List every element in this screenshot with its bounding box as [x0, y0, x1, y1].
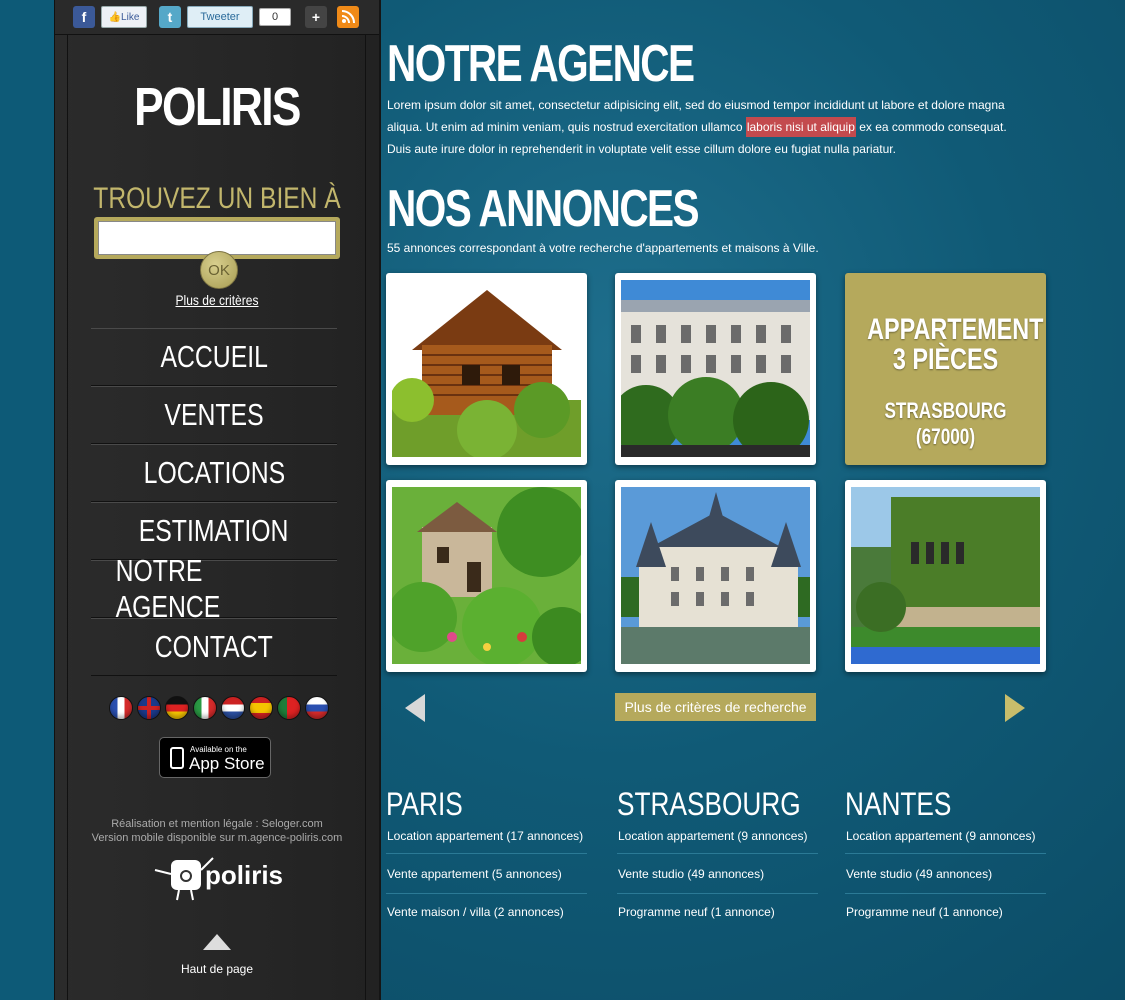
- sidebar-border-left: [67, 34, 68, 1000]
- featured-type-line2: 3 PIÈCES: [892, 343, 999, 376]
- listing-card-haussmann[interactable]: [615, 273, 816, 465]
- sidebar: f 👍 Like t Tweeter 0 + POLIRIS TROUVEZ U…: [54, 0, 381, 1000]
- more-search-criteria-button[interactable]: Plus de critères de recherche: [615, 693, 816, 721]
- listing-card-chalet[interactable]: [386, 273, 587, 465]
- nav-item-notre-agence[interactable]: NOTRE AGENCE: [91, 553, 337, 624]
- flag-fr-icon[interactable]: [109, 696, 133, 720]
- city-link[interactable]: Location appartement (9 annonces): [845, 828, 1046, 854]
- nav-label: ACCUEIL: [160, 339, 268, 374]
- nav-label: CONTACT: [154, 629, 274, 664]
- flag-nl-icon[interactable]: [221, 696, 245, 720]
- city-name: PARIS: [386, 786, 463, 822]
- next-arrow-icon[interactable]: [1005, 694, 1025, 722]
- featured-location: STRASBOURG (67000): [884, 398, 1007, 449]
- left-background: [0, 0, 54, 1000]
- nav-item-ventes[interactable]: VENTES: [91, 386, 337, 444]
- search-title: TROUVEZ UN BIEN À: [93, 182, 341, 215]
- flag-es-icon[interactable]: [249, 696, 273, 720]
- flag-uk-icon[interactable]: [137, 696, 161, 720]
- city-block-nantes: NANTES Location appartement (9 annonces)…: [845, 786, 1046, 934]
- featured-listing-card[interactable]: APPARTEMENT 3 PIÈCES STRASBOURG (67000): [845, 273, 1046, 465]
- flag-ru-icon[interactable]: [305, 696, 329, 720]
- city-link[interactable]: Vente appartement (5 annonces): [386, 854, 587, 894]
- city-link[interactable]: Vente studio (49 annonces): [617, 854, 818, 894]
- agency-intro: Lorem ipsum dolor sit amet, consectetur …: [387, 94, 1012, 160]
- ivy-villa-photo: [851, 487, 1040, 664]
- app-store-big-text: App Store: [189, 754, 265, 773]
- chateau-photo: [621, 487, 810, 664]
- city-name: NANTES: [845, 786, 952, 822]
- city-block-paris: PARIS Location appartement (17 annonces)…: [386, 786, 587, 934]
- listings-title: NOS ANNONCES: [387, 180, 700, 238]
- city-block-strasbourg: STRASBOURG Location appartement (9 annon…: [617, 786, 818, 934]
- city-name: STRASBOURG: [617, 786, 801, 822]
- listing-card-chateau[interactable]: [615, 480, 816, 672]
- city-link[interactable]: Programme neuf (1 annonce): [845, 894, 1046, 934]
- nav-label: VENTES: [164, 397, 264, 432]
- city-link[interactable]: Vente maison / villa (2 annonces): [386, 894, 587, 934]
- main-nav: ACCUEIL VENTES LOCATIONS ESTIMATION NOTR…: [91, 328, 337, 676]
- listing-card-stone-house[interactable]: [386, 480, 587, 672]
- poliris-footer-logo[interactable]: poliris: [151, 852, 291, 902]
- thumbs-up-icon: 👍: [108, 11, 122, 23]
- nav-item-accueil[interactable]: ACCUEIL: [91, 328, 337, 386]
- back-to-top-link[interactable]: Haut de page: [55, 962, 379, 976]
- mascot-eye: [180, 870, 192, 882]
- social-bar: f 👍 Like t Tweeter 0 +: [55, 0, 379, 35]
- site-logo[interactable]: POLIRIS: [84, 76, 350, 138]
- agency-title: NOTRE AGENCE: [387, 35, 695, 93]
- city-link[interactable]: Programme neuf (1 annonce): [617, 894, 818, 934]
- tweet-count: 0: [259, 8, 291, 26]
- google-plus-icon[interactable]: +: [305, 6, 327, 28]
- like-label: Like: [121, 11, 140, 23]
- language-flags: [109, 696, 329, 720]
- app-store-small-text: Available on the: [190, 745, 247, 754]
- twitter-icon[interactable]: t: [159, 6, 181, 28]
- nav-item-contact[interactable]: CONTACT: [91, 618, 337, 676]
- city-link[interactable]: Vente studio (49 annonces): [845, 854, 1046, 894]
- sidebar-border-right: [365, 34, 366, 1000]
- previous-arrow-icon[interactable]: [405, 694, 425, 722]
- tweet-button[interactable]: Tweeter: [187, 6, 253, 28]
- back-to-top-icon[interactable]: [203, 934, 231, 950]
- listing-card-ivy-villa[interactable]: [845, 480, 1046, 672]
- credit-line: Réalisation et mention légale : Seloger.…: [111, 818, 323, 830]
- intro-highlight: laboris nisi ut aliquip: [745, 117, 856, 137]
- flag-pt-icon[interactable]: [277, 696, 301, 720]
- city-link[interactable]: Location appartement (9 annonces): [617, 828, 818, 854]
- flag-de-icon[interactable]: [165, 696, 189, 720]
- mobile-version-line: Version mobile disponible sur m.agence-p…: [91, 832, 343, 844]
- city-search-input[interactable]: [98, 221, 336, 255]
- facebook-icon[interactable]: f: [73, 6, 95, 28]
- city-link[interactable]: Location appartement (17 annonces): [386, 828, 587, 854]
- tweet-label: Tweeter: [200, 11, 240, 23]
- nav-item-locations[interactable]: LOCATIONS: [91, 444, 337, 502]
- nav-label: LOCATIONS: [143, 455, 285, 490]
- featured-type-line1: APPARTEMENT: [867, 313, 1044, 346]
- credits: Réalisation et mention légale : Seloger.…: [55, 817, 379, 845]
- haussmann-photo: [621, 280, 810, 457]
- nav-item-estimation[interactable]: ESTIMATION: [91, 502, 337, 560]
- listings-count: 55 annonces correspondant à votre recher…: [387, 241, 819, 255]
- footer-logo-text: poliris: [205, 860, 284, 890]
- flag-it-icon[interactable]: [193, 696, 217, 720]
- facebook-like-button[interactable]: 👍 Like: [101, 6, 147, 28]
- more-criteria-link[interactable]: Plus de critères: [78, 292, 357, 308]
- nav-label: ESTIMATION: [139, 513, 289, 548]
- iphone-icon: [170, 747, 184, 769]
- app-store-badge[interactable]: Available on the App Store: [159, 737, 271, 778]
- ok-button[interactable]: OK: [200, 251, 238, 289]
- featured-type: APPARTEMENT 3 PIÈCES: [867, 313, 1044, 376]
- stone-house-photo: [392, 487, 581, 664]
- rss-icon[interactable]: [337, 6, 359, 28]
- chalet-photo: [392, 280, 581, 457]
- nav-label: NOTRE AGENCE: [115, 553, 221, 624]
